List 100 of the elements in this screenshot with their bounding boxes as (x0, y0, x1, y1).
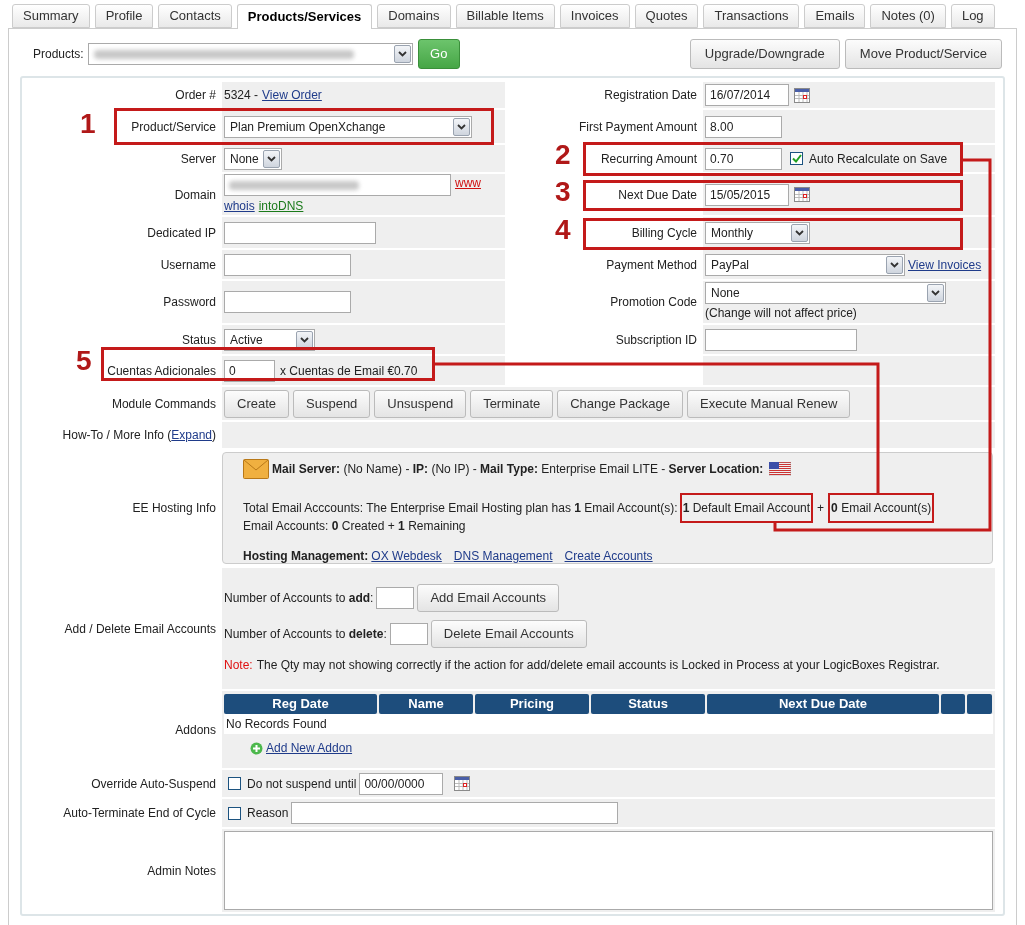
tab[interactable]: Summary (12, 4, 90, 28)
dropdown[interactable]: Monthly (705, 221, 810, 244)
tab[interactable]: Notes (0) (870, 4, 946, 28)
tab[interactable]: Profile (94, 4, 154, 28)
input-field[interactable] (705, 328, 857, 351)
field-label: Module Commands (111, 395, 216, 413)
button[interactable]: Add Email Accounts (417, 583, 560, 612)
field-label: EE Hosting Info (132, 500, 216, 517)
checkbox[interactable] (228, 777, 241, 790)
button[interactable]: Execute Manual Renew (686, 389, 851, 418)
tab[interactable]: Domains (377, 4, 451, 28)
input-field[interactable] (224, 253, 351, 276)
chevron-down-icon (791, 223, 808, 242)
link[interactable]: Create Accounts (564, 549, 653, 563)
field-label: First Payment Amount (578, 118, 697, 136)
field-label: Products: (33, 46, 84, 63)
input-field[interactable] (389, 622, 428, 645)
field-label: Payment Method (606, 256, 697, 274)
checkbox-label: Do not suspend until (247, 775, 357, 793)
button[interactable]: Move Product/Service (844, 39, 1002, 69)
field-label: Password (163, 294, 216, 311)
button[interactable]: Change Package (557, 389, 683, 418)
field-label: Number of Accounts to delete: (224, 625, 387, 643)
input-field[interactable]: 16/07/2014 (705, 84, 789, 106)
button[interactable]: Terminate (470, 389, 554, 418)
field-label: Promotion Code (610, 294, 697, 311)
input-field[interactable] (224, 221, 376, 244)
input-field[interactable]: 0 (224, 359, 275, 382)
chevron-down-icon (453, 117, 470, 136)
tab[interactable]: Invoices (559, 4, 630, 28)
input-field[interactable] (224, 174, 451, 196)
annotation-number: 4 (555, 216, 571, 244)
column-header: Pricing (475, 694, 589, 714)
checkbox-label: Reason (247, 805, 289, 822)
field-label: Add / Delete Email Accounts (64, 620, 216, 638)
checkbox[interactable] (790, 152, 803, 165)
annotation-number: 5 (76, 347, 92, 375)
column-header (967, 694, 992, 714)
column-header: Next Due Date (707, 694, 939, 714)
tab[interactable]: Products/Services (236, 4, 373, 29)
field-label: Auto-Terminate End of Cycle (63, 805, 216, 822)
dropdown[interactable]: PayPal (705, 253, 905, 276)
dropdown[interactable]: None (224, 147, 282, 170)
link[interactable]: Add New Addon (266, 739, 353, 757)
dropdown[interactable]: None (705, 282, 946, 304)
field-label: Order # (175, 87, 216, 104)
field-label: Recurring Amount (600, 150, 697, 168)
checkbox[interactable] (228, 806, 241, 820)
field-label: How-To / More Info (Expand) (62, 427, 216, 444)
column-header: Status (591, 694, 705, 714)
link[interactable]: DNS Management (453, 549, 553, 563)
link[interactable]: www (455, 174, 481, 192)
notes-textarea[interactable] (224, 831, 993, 910)
empty-message: No Records Found (226, 716, 327, 733)
button[interactable]: Upgrade/Downgrade (689, 39, 840, 69)
link[interactable]: OX Webdesk (371, 549, 442, 563)
input-field[interactable]: 0.70 (705, 147, 782, 170)
dropdown[interactable]: Plan Premium OpenXchange (224, 115, 472, 138)
field-label: Username (160, 256, 216, 274)
default-accounts: 1 Default Email Account (679, 493, 814, 523)
link[interactable]: View Invoices (908, 255, 982, 274)
field-label: Admin Notes (147, 862, 216, 880)
input-field[interactable]: 00/00/0000 (359, 772, 444, 795)
field-label: Number of Accounts to add: (224, 589, 374, 607)
button[interactable]: Unsuspend (374, 389, 467, 418)
tab[interactable]: Contacts (158, 4, 232, 28)
field-label: Status (181, 331, 216, 349)
server-info: Mail Server: (No Name) - IP: (No IP) - Mail Type: Enterprise Email LITE - Server Location: (272, 461, 764, 478)
annotation-number: 3 (555, 178, 571, 206)
button[interactable]: Create (224, 389, 290, 418)
link[interactable]: whois (224, 197, 255, 215)
column-header: Reg Date (224, 694, 377, 714)
link[interactable]: intoDNS (258, 197, 304, 215)
field-label: Subscription ID (615, 331, 697, 349)
tab[interactable]: Log (950, 4, 995, 28)
input-field[interactable] (291, 802, 619, 824)
button[interactable]: Suspend (293, 389, 371, 418)
link[interactable]: View Order (262, 86, 322, 104)
tab[interactable]: Quotes (634, 4, 699, 28)
chevron-down-icon (886, 255, 903, 274)
dropdown[interactable] (87, 43, 413, 65)
input-field[interactable] (376, 586, 415, 609)
input-field[interactable] (224, 291, 351, 313)
chevron-down-icon (296, 330, 313, 349)
calendar-icon (794, 187, 810, 202)
tab[interactable]: Emails (804, 4, 866, 28)
input-field[interactable]: 15/05/2015 (705, 183, 789, 206)
dropdown[interactable]: Active (224, 328, 315, 351)
link[interactable]: Expand (171, 428, 212, 442)
annotation-number: 1 (80, 110, 96, 138)
field-label: Registration Date (604, 87, 697, 104)
tab[interactable]: Transactions (703, 4, 800, 28)
calendar-icon (794, 87, 810, 103)
column-header (941, 694, 965, 714)
button[interactable]: Delete Email Accounts (430, 619, 587, 648)
input-field[interactable]: 8.00 (705, 115, 782, 138)
plus-sign: + (817, 500, 825, 517)
field-label: Addons (175, 721, 216, 739)
tab[interactable]: Billable Items (455, 4, 555, 28)
management-label: Hosting Management: (243, 548, 369, 565)
